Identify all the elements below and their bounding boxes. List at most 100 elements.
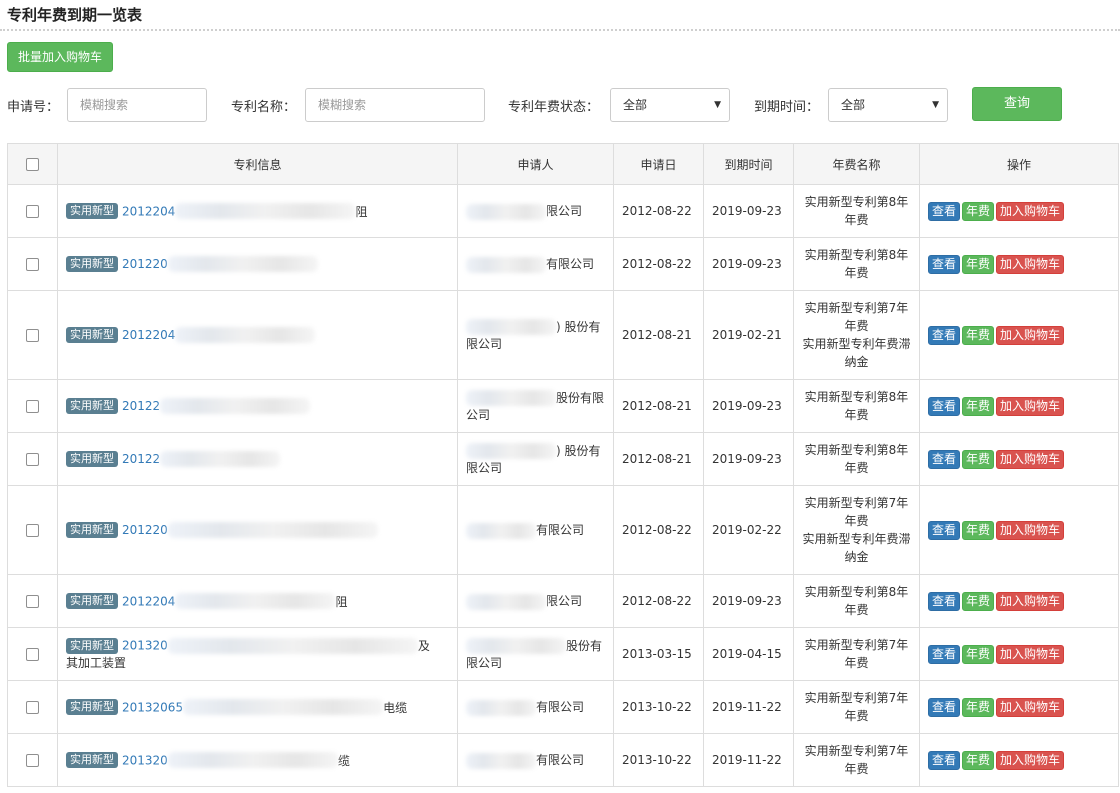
fee-button[interactable]: 年费 — [962, 396, 995, 416]
fee-name-cell: 实用新型专利第8年 年费 — [793, 432, 920, 486]
redacted-patent-name — [175, 203, 356, 219]
applicant-tail: 有限公司 — [536, 753, 585, 768]
view-button[interactable]: 查看 — [928, 201, 961, 221]
query-button[interactable]: 查询 — [972, 87, 1062, 121]
batch-add-to-cart-button[interactable]: 批量加入购物车 — [7, 42, 113, 72]
row-checkbox[interactable] — [26, 400, 39, 413]
application-number-link[interactable]: 2012204 — [122, 328, 175, 342]
view-button[interactable]: 查看 — [928, 750, 961, 770]
applicant-cell: 股份有限公司 — [457, 379, 614, 433]
row-checkbox[interactable] — [26, 754, 39, 767]
fee-status-select[interactable]: 全部 ▼ — [610, 88, 730, 122]
application-number-link[interactable]: 201220 — [122, 523, 168, 537]
header-actions: 操作 — [919, 143, 1119, 185]
redacted-patent-name — [160, 398, 311, 414]
applicant-tail: 有限公司 — [546, 257, 595, 272]
applicant-cell: 限公司 — [457, 574, 614, 628]
fee-name-cell: 实用新型专利第7年 年费 实用新型专利年费滞 纳金 — [793, 485, 920, 575]
view-button[interactable]: 查看 — [928, 449, 961, 469]
view-button[interactable]: 查看 — [928, 254, 961, 274]
actions-cell: 查看 年费 加入购物车 — [919, 432, 1119, 486]
select-all-checkbox[interactable] — [26, 158, 39, 171]
redacted-patent-name — [167, 522, 378, 538]
fee-name-line: 实用新型专利年费滞 — [802, 532, 911, 546]
row-checkbox[interactable] — [26, 524, 39, 537]
actions-cell: 查看 年费 加入购物车 — [919, 485, 1119, 575]
row-select-cell — [7, 184, 58, 238]
patent-info-cell: 实用新型 201220 — [57, 237, 458, 291]
table-row: 实用新型 2012204 阻限公司 2012-08-22 2019-09-23 实用新型专… — [7, 574, 1119, 628]
view-button[interactable]: 查看 — [928, 396, 961, 416]
fee-button[interactable]: 年费 — [962, 449, 995, 469]
patent-type-badge: 实用新型 — [66, 637, 118, 654]
row-select-cell — [7, 237, 58, 291]
application-number-link[interactable]: 201320 — [122, 753, 168, 767]
fee-name-line: 纳金 — [844, 355, 869, 369]
fee-name-cell: 实用新型专利第8年 年费 — [793, 184, 920, 238]
application-number-link[interactable]: 201320 — [122, 639, 168, 653]
row-checkbox[interactable] — [26, 205, 39, 218]
fee-name-cell: 实用新型专利第7年 年费 实用新型专利年费滞 纳金 — [793, 290, 920, 380]
fee-name-line: 年费 — [844, 266, 869, 280]
row-checkbox[interactable] — [26, 453, 39, 466]
application-number-link[interactable]: 20132065 — [122, 700, 183, 714]
patent-name-tail: 及 — [417, 639, 430, 653]
fee-name-cell: 实用新型专利第8年 年费 — [793, 379, 920, 433]
fee-name-line: 实用新型专利第8年 — [804, 248, 909, 262]
app-date-cell: 2013-10-22 — [613, 680, 704, 734]
due-date-cell: 2019-09-23 — [703, 237, 794, 291]
fee-name-line: 年费 — [844, 408, 869, 422]
redacted-applicant — [466, 390, 556, 407]
caret-down-icon: ▼ — [932, 100, 939, 110]
applicant-cell: 有限公司 — [457, 237, 614, 291]
add-to-cart-button[interactable]: 加入购物车 — [996, 644, 1065, 664]
table-header-row: 专利信息 申请人 申请日 到期时间 年费名称 操作 — [7, 143, 1119, 185]
view-button[interactable]: 查看 — [928, 520, 961, 540]
fee-button[interactable]: 年费 — [962, 697, 995, 717]
add-to-cart-button[interactable]: 加入购物车 — [996, 697, 1065, 717]
fee-button[interactable]: 年费 — [962, 591, 995, 611]
row-checkbox[interactable] — [26, 648, 39, 661]
application-number-link[interactable]: 20122 — [122, 452, 160, 466]
fee-button[interactable]: 年费 — [962, 201, 995, 221]
add-to-cart-button[interactable]: 加入购物车 — [996, 254, 1065, 274]
patent-name-tail: 阻 — [335, 594, 348, 609]
row-checkbox[interactable] — [26, 258, 39, 271]
add-to-cart-button[interactable]: 加入购物车 — [996, 750, 1065, 770]
patent-name-tail: 缆 — [337, 753, 350, 768]
add-to-cart-button[interactable]: 加入购物车 — [996, 591, 1065, 611]
application-number-link[interactable]: 20122 — [122, 399, 160, 413]
add-to-cart-button[interactable]: 加入购物车 — [996, 201, 1065, 221]
fee-button[interactable]: 年费 — [962, 750, 995, 770]
application-number-link[interactable]: 2012204 — [122, 594, 175, 608]
add-to-cart-button[interactable]: 加入购物车 — [996, 449, 1065, 469]
fee-button[interactable]: 年费 — [962, 325, 995, 345]
applicant-cell: 有限公司 — [457, 680, 614, 734]
fee-button[interactable]: 年费 — [962, 254, 995, 274]
row-checkbox[interactable] — [26, 595, 39, 608]
row-checkbox[interactable] — [26, 701, 39, 714]
view-button[interactable]: 查看 — [928, 325, 961, 345]
redacted-patent-name — [160, 451, 281, 467]
fee-button[interactable]: 年费 — [962, 644, 995, 664]
row-select-cell — [7, 574, 58, 628]
application-number-link[interactable]: 201220 — [122, 257, 168, 271]
fee-name-cell: 实用新型专利第8年 年费 — [793, 237, 920, 291]
app-no-input[interactable] — [67, 88, 207, 122]
add-to-cart-button[interactable]: 加入购物车 — [996, 520, 1065, 540]
view-button[interactable]: 查看 — [928, 591, 961, 611]
fee-button[interactable]: 年费 — [962, 520, 995, 540]
view-button[interactable]: 查看 — [928, 644, 961, 664]
row-checkbox[interactable] — [26, 329, 39, 342]
patent-name-input[interactable] — [305, 88, 485, 122]
redacted-patent-name — [167, 256, 318, 272]
due-date-cell: 2019-02-22 — [703, 485, 794, 575]
add-to-cart-button[interactable]: 加入购物车 — [996, 325, 1065, 345]
patent-info-cell: 实用新型 2012204 — [57, 290, 458, 380]
application-number-link[interactable]: 2012204 — [122, 204, 175, 218]
add-to-cart-button[interactable]: 加入购物车 — [996, 396, 1065, 416]
patent-type-badge: 实用新型 — [66, 522, 118, 538]
applicant-cell: 限公司 — [457, 184, 614, 238]
view-button[interactable]: 查看 — [928, 697, 961, 717]
due-time-select[interactable]: 全部 ▼ — [828, 88, 948, 122]
